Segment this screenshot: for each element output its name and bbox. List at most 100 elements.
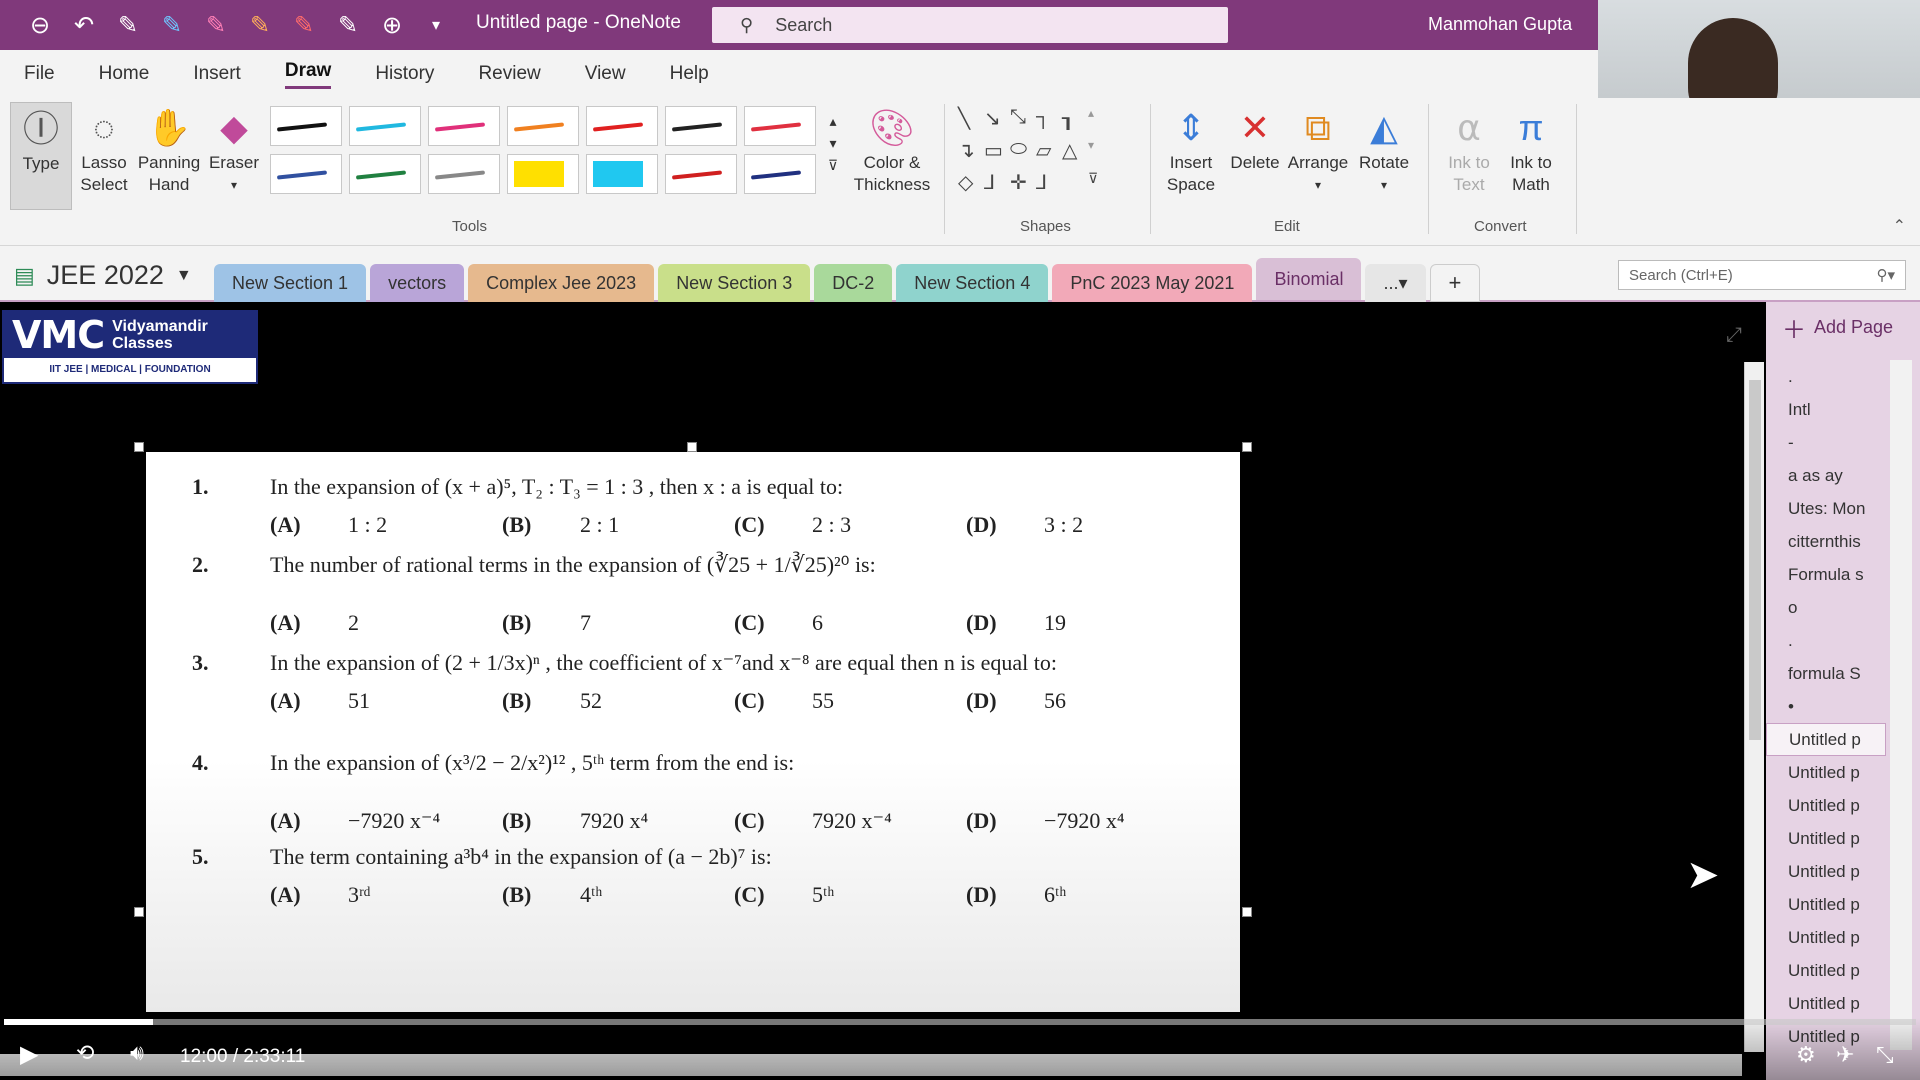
pen-swatch[interactable]: [665, 106, 737, 146]
pen-gallery-scroll[interactable]: ▴ ▾ ⊽: [822, 110, 844, 176]
panning-hand-button[interactable]: ✋ Panning Hand: [138, 104, 200, 196]
add-page-button[interactable]: ＋ Add Page: [1782, 310, 1893, 345]
menu-home[interactable]: Home: [99, 63, 150, 85]
eraser-button[interactable]: ◆ Eraser ▾: [206, 104, 262, 196]
pen-swatch[interactable]: [428, 106, 500, 146]
page-list-item[interactable]: Untitled p: [1766, 822, 1886, 855]
menu-view[interactable]: View: [585, 63, 626, 85]
axis-cross-shape-icon[interactable]: ✛: [1010, 170, 1034, 198]
pen-icon[interactable]: ✎: [114, 11, 142, 40]
pen-swatch[interactable]: [744, 106, 816, 146]
pin-icon[interactable]: ✈: [1836, 1042, 1854, 1068]
customize-dropdown-icon[interactable]: ▾: [422, 15, 450, 35]
section-tab[interactable]: New Section 4: [896, 264, 1049, 302]
pen-red-icon[interactable]: ✎: [290, 11, 318, 40]
page-list-scrollbar[interactable]: [1890, 360, 1912, 1050]
notebook-selector[interactable]: ▤ JEE 2022 ▼: [14, 260, 192, 291]
add-section-tab[interactable]: +: [1429, 264, 1481, 302]
rewind-10-icon[interactable]: ⟲: [76, 1040, 94, 1066]
page-list-item[interactable]: a as ay: [1766, 459, 1886, 492]
forward-icon[interactable]: ⊕: [378, 11, 406, 40]
pen-swatch[interactable]: [428, 154, 500, 194]
more-sections-tab[interactable]: ... ▾: [1365, 264, 1426, 302]
shapes-more-icon[interactable]: ⊽: [1088, 170, 1112, 198]
page-list-item[interactable]: citternthis: [1766, 525, 1886, 558]
ink-to-text-button[interactable]: ⍺ Ink to Text: [1440, 104, 1498, 196]
axis-graph-shape-icon[interactable]: ⅃: [1036, 170, 1060, 198]
page-list-item[interactable]: Formula s: [1766, 558, 1886, 591]
question-sheet-image[interactable]: 1. In the expansion of (x + a)⁵, T₂ : T₃ …: [146, 452, 1240, 1012]
diamond-shape-icon[interactable]: ◇: [958, 170, 982, 198]
triangle-shape-icon[interactable]: △: [1062, 138, 1086, 166]
section-tab[interactable]: PnC 2023 May 2021: [1052, 264, 1253, 302]
pen-swatch[interactable]: [586, 106, 658, 146]
pen-black-icon[interactable]: ✎: [334, 11, 362, 40]
settings-gear-icon[interactable]: ⚙: [1796, 1042, 1816, 1068]
pen-swatch[interactable]: [586, 154, 658, 194]
pen-swatch[interactable]: [270, 106, 342, 146]
volume-icon[interactable]: 🔊︎: [130, 1040, 144, 1066]
delete-button[interactable]: ✕ Delete: [1226, 104, 1284, 174]
pen-swatch[interactable]: [507, 154, 579, 194]
pen-swatch[interactable]: [270, 154, 342, 194]
page-list-item[interactable]: Untitled p: [1766, 921, 1886, 954]
section-tab[interactable]: New Section 1: [214, 264, 367, 302]
page-list-item[interactable]: Intl: [1766, 393, 1886, 426]
page-list-item[interactable]: Untitled p: [1766, 987, 1886, 1020]
selection-handle[interactable]: [134, 442, 144, 452]
scroll-up-shape-icon[interactable]: ▴: [1088, 106, 1112, 134]
menu-insert[interactable]: Insert: [193, 63, 241, 85]
notebook-search-input[interactable]: Search (Ctrl+E) ⚲▾: [1618, 260, 1906, 290]
axis-xy-shape-icon[interactable]: ⅃: [984, 170, 1008, 198]
page-list-item[interactable]: Untitled p: [1766, 954, 1886, 987]
selection-handle[interactable]: [1242, 442, 1252, 452]
section-tab[interactable]: Binomial: [1256, 258, 1362, 300]
menu-file[interactable]: File: [24, 63, 55, 85]
menu-review[interactable]: Review: [478, 63, 540, 85]
pen-orange-icon[interactable]: ✎: [246, 11, 274, 40]
page-list-item[interactable]: .: [1766, 360, 1886, 393]
pen-blue-icon[interactable]: ✎: [158, 11, 186, 40]
pen-swatch[interactable]: [349, 154, 421, 194]
menu-help[interactable]: Help: [670, 63, 709, 85]
menu-draw[interactable]: Draw: [284, 60, 332, 89]
selection-handle[interactable]: [134, 907, 144, 917]
search-box[interactable]: ⚲ Search: [712, 7, 1228, 43]
play-icon[interactable]: ▶: [20, 1040, 38, 1069]
page-list-item[interactable]: Untitled p: [1766, 756, 1886, 789]
selection-handle[interactable]: [1242, 907, 1252, 917]
line-shape-icon[interactable]: ╲: [958, 106, 982, 134]
pen-swatch[interactable]: [507, 106, 579, 146]
video-progress-bar[interactable]: [4, 1019, 1916, 1025]
ink-to-math-button[interactable]: π Ink to Math: [1502, 104, 1560, 196]
page-list-item[interactable]: •: [1766, 690, 1886, 723]
corner-arrow-shape-icon[interactable]: ┒: [1062, 106, 1086, 134]
section-tab[interactable]: DC-2: [814, 264, 893, 302]
ellipse-shape-icon[interactable]: ⬭: [1010, 138, 1034, 166]
page-list-item[interactable]: Untitled p: [1766, 723, 1886, 756]
collapse-ribbon-icon[interactable]: ⌃: [1893, 216, 1906, 236]
undo-icon[interactable]: ↶: [70, 11, 98, 40]
page-list-item[interactable]: Untitled p: [1766, 789, 1886, 822]
pen-pink-icon[interactable]: ✎: [202, 11, 230, 40]
color-thickness-button[interactable]: 🎨︎ Color & Thickness: [852, 104, 932, 196]
arrange-button[interactable]: ⧉ Arrange ▾: [1286, 104, 1350, 196]
scrollbar-thumb[interactable]: [1749, 380, 1761, 740]
arrow-shape-icon[interactable]: ↘: [984, 106, 1008, 134]
pen-swatch[interactable]: [744, 154, 816, 194]
page-list-item[interactable]: Utes: Mon: [1766, 492, 1886, 525]
section-tab[interactable]: New Section 3: [658, 264, 811, 302]
type-button[interactable]: Ⓘ Type: [10, 102, 72, 210]
page-list-item[interactable]: Untitled p: [1766, 888, 1886, 921]
lasso-select-button[interactable]: ◌ Lasso Select: [78, 104, 130, 196]
insert-space-button[interactable]: ⇕ Insert Space: [1160, 104, 1222, 196]
selection-handle[interactable]: [687, 442, 697, 452]
user-name[interactable]: Manmohan Gupta: [1428, 14, 1572, 35]
pen-swatch[interactable]: [349, 106, 421, 146]
menu-history[interactable]: History: [375, 63, 434, 85]
section-tab[interactable]: vectors: [370, 264, 465, 302]
scroll-down-shape-icon[interactable]: ▾: [1088, 138, 1112, 166]
expand-icon[interactable]: ⤢: [1726, 324, 1742, 347]
fullscreen-icon[interactable]: ⤡: [1876, 1042, 1894, 1068]
elbow-shape-icon[interactable]: ↴: [958, 138, 982, 166]
